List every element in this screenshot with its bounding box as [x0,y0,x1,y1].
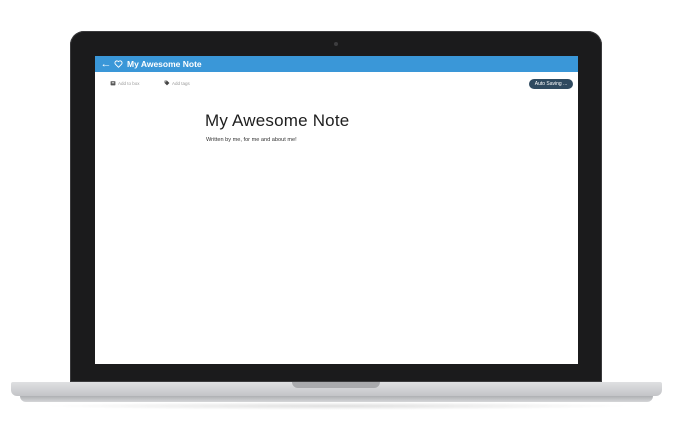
box-icon-svg [110,81,116,86]
title-bar: ← My Awesome Note [95,56,578,72]
tag-icon [164,80,170,86]
note-subtitle[interactable]: Written by me, for me and about me! [206,136,297,144]
note-title[interactable]: My Awesome Note [205,111,349,131]
tag-icon-svg [164,80,170,86]
auto-saving-badge: Auto Saving ... [529,79,573,89]
app-screen: ← My Awesome Note Add to box Add tags Au… [95,56,578,364]
add-tags-button[interactable]: Add tags [164,79,190,87]
add-tags-label: Add tags [172,80,190,86]
camera-dot [334,42,338,46]
box-icon [110,80,116,86]
window-title: My Awesome Note [127,59,202,69]
heart-outline-icon-svg [114,60,122,68]
laptop-shadow [40,402,633,410]
add-to-box-label: Add to box [118,80,140,86]
arrow-left-icon[interactable]: ← [100,58,112,70]
heart-outline-icon[interactable] [112,58,124,70]
laptop-notch [292,382,380,388]
add-to-box-button[interactable]: Add to box [110,79,140,87]
